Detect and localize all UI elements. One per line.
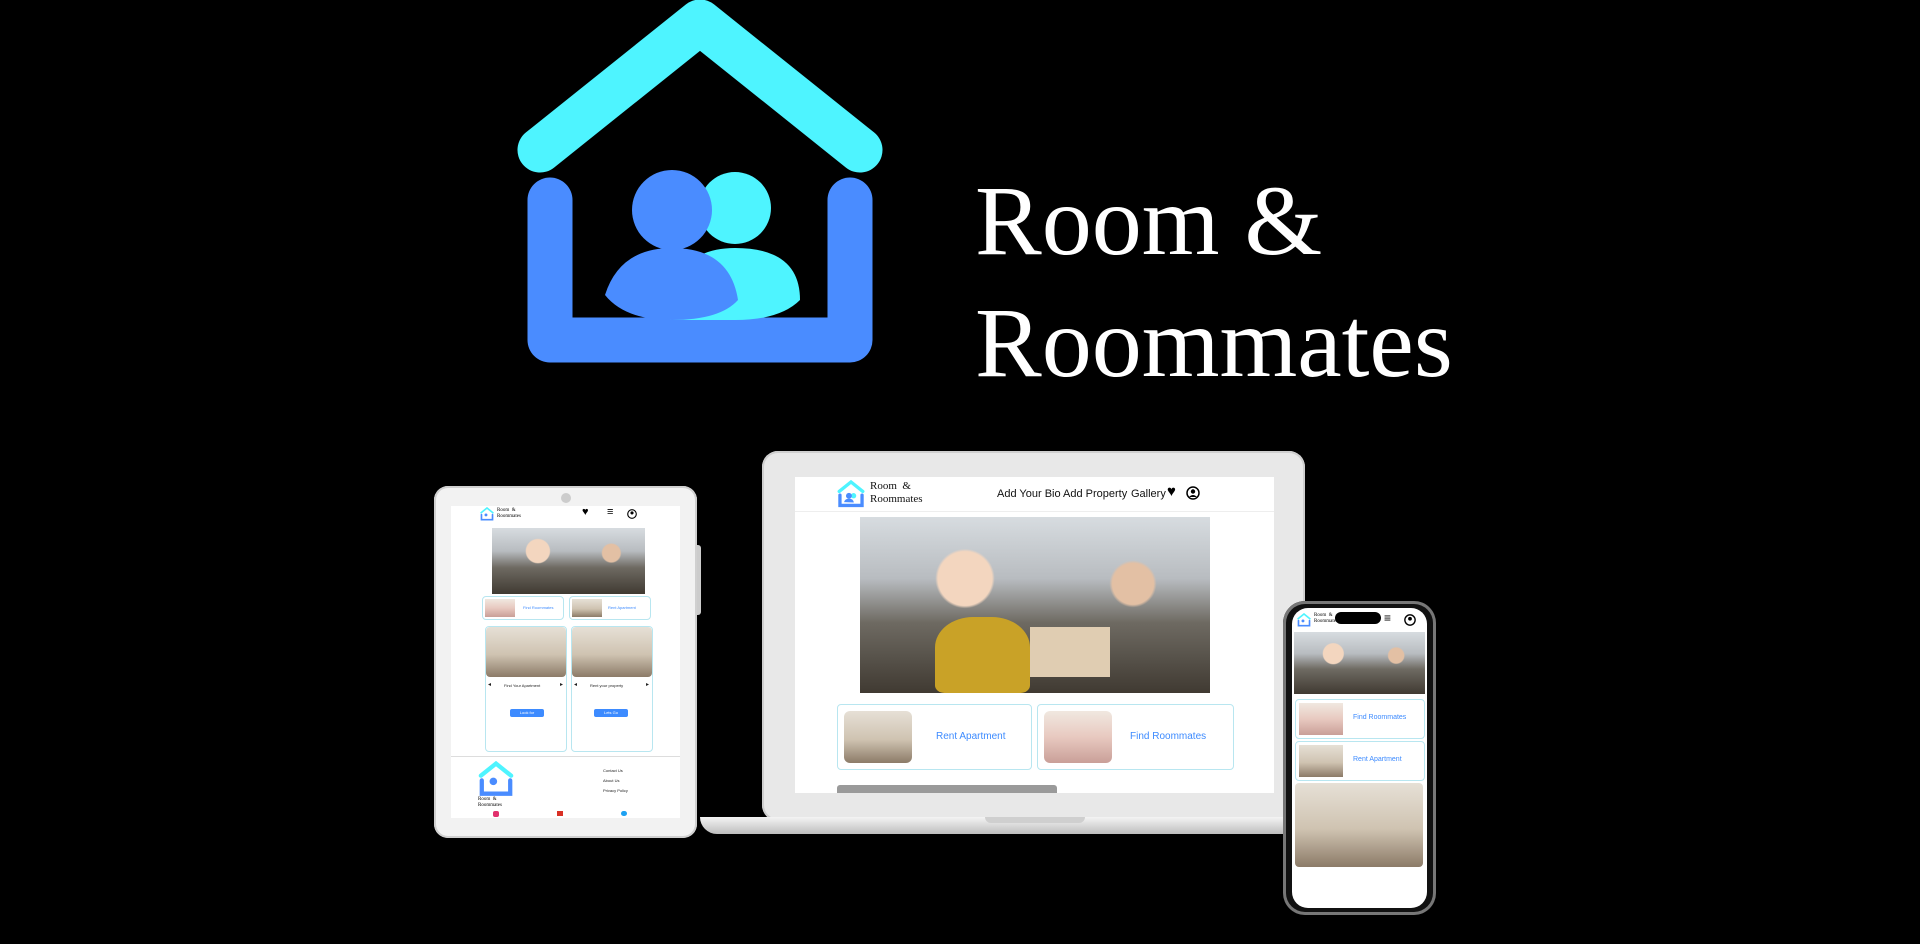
user-icon[interactable]	[1186, 486, 1200, 500]
tablet-card-find-roommates[interactable]: Find Roommates	[482, 596, 564, 620]
tablet-logo-line2: Roommates	[497, 514, 521, 519]
person-front-icon	[632, 170, 712, 250]
hero-image	[860, 517, 1210, 693]
card-find-roommates-image	[1044, 711, 1112, 763]
brand-logo	[517, 0, 883, 363]
tablet-card-rent-apartment-label: Rent Apartment	[608, 605, 636, 610]
tablet-logo-icon[interactable]	[480, 507, 494, 521]
phone-hero-image	[1294, 632, 1425, 694]
tablet-look-for-button[interactable]: Look for	[510, 709, 544, 717]
twitter-icon[interactable]	[621, 811, 627, 816]
site-logo-text: Room & Roommates	[870, 480, 923, 506]
tablet-footer-logo-icon	[478, 761, 514, 796]
card-find-roommates[interactable]: Find Roommates	[1037, 704, 1234, 770]
phone-menu-icon[interactable]: ≡	[1384, 611, 1391, 625]
tablet-lets-go-button[interactable]: Lets Go	[594, 709, 628, 717]
phone-dynamic-island	[1335, 612, 1381, 624]
site-header: Room & Roommates Add Your Bio Add Proper…	[795, 477, 1274, 512]
phone-card-rent-apartment[interactable]: Rent Apartment	[1295, 741, 1425, 781]
roof-icon	[517, 0, 883, 173]
nav-gallery[interactable]: Gallery	[1131, 488, 1166, 500]
tablet-card-find-roommates-label: Find Roommates	[523, 605, 554, 610]
heart-icon[interactable]: ♥	[1167, 483, 1176, 500]
nav-add-your-bio[interactable]: Add Your Bio	[997, 488, 1061, 500]
laptop-notch	[985, 817, 1085, 823]
tablet-footer: Room & Roommates Contact Us About Us Pri…	[451, 756, 680, 818]
brand-title-line2: Roommates	[975, 287, 1453, 398]
tablet-footer-about[interactable]: About Us	[603, 778, 619, 783]
site-logo-line1: Room &	[870, 480, 911, 492]
card-rent-apartment-image	[844, 711, 912, 763]
card-rent-apartment[interactable]: Rent Apartment	[837, 704, 1032, 770]
brand-title-line1: Room &	[975, 165, 1323, 276]
phone-logo-icon[interactable]	[1297, 613, 1311, 627]
phone-screen: Room & Roommates ≡ Find Roommates Rent A…	[1292, 608, 1427, 908]
tablet-heart-icon[interactable]: ♥	[582, 506, 589, 518]
gmail-icon[interactable]	[557, 811, 563, 816]
tablet-footer-privacy[interactable]: Privacy Policy	[603, 788, 628, 793]
tablet-footer-contact[interactable]: Contact Us	[603, 768, 623, 773]
phone-listing-image	[1295, 783, 1423, 867]
instagram-icon[interactable]	[493, 811, 499, 817]
site-logo-line2: Roommates	[870, 493, 923, 505]
laptop-screen: Room & Roommates Add Your Bio Add Proper…	[795, 477, 1274, 793]
phone-card-rent-apartment-label: Rent Apartment	[1353, 756, 1402, 763]
site-logo-icon[interactable]	[837, 480, 865, 508]
tablet-listing-title-1: Find Your Apartment	[504, 683, 541, 688]
phone-card-find-roommates[interactable]: Find Roommates	[1295, 699, 1425, 739]
brand-title: Room & Roommates	[975, 160, 1453, 404]
tablet-user-icon[interactable]	[627, 509, 637, 519]
tablet-listing-find-apartment[interactable]: ◂ ▸ Find Your Apartment Look for	[485, 626, 567, 752]
tablet-listing-title-2: Rent your property	[590, 683, 624, 688]
tablet-listing-rent-property[interactable]: ◂ ▸ Rent your property Lets Go	[571, 626, 653, 752]
card-find-roommates-label: Find Roommates	[1130, 731, 1207, 742]
tablet-screen: Room & Roommates ♥ ≡ Find Roommates Rent…	[451, 506, 680, 818]
card-rent-apartment-label: Rent Apartment	[936, 731, 1006, 742]
tablet-hero-image	[492, 528, 645, 594]
tablet-logo-text: Room & Roommates	[497, 508, 521, 520]
tablet-footer-logo-line2: Roommates	[478, 803, 502, 808]
nav-add-property[interactable]: Add Property	[1063, 488, 1127, 500]
tablet-menu-icon[interactable]: ≡	[607, 506, 613, 518]
tablet-camera	[561, 493, 571, 503]
phone-logo-line2: Roommates	[1314, 619, 1338, 624]
phone-user-icon[interactable]	[1404, 614, 1416, 626]
tablet-card-rent-apartment[interactable]: Rent Apartment	[569, 596, 651, 620]
phone-card-find-roommates-label: Find Roommates	[1353, 714, 1407, 721]
